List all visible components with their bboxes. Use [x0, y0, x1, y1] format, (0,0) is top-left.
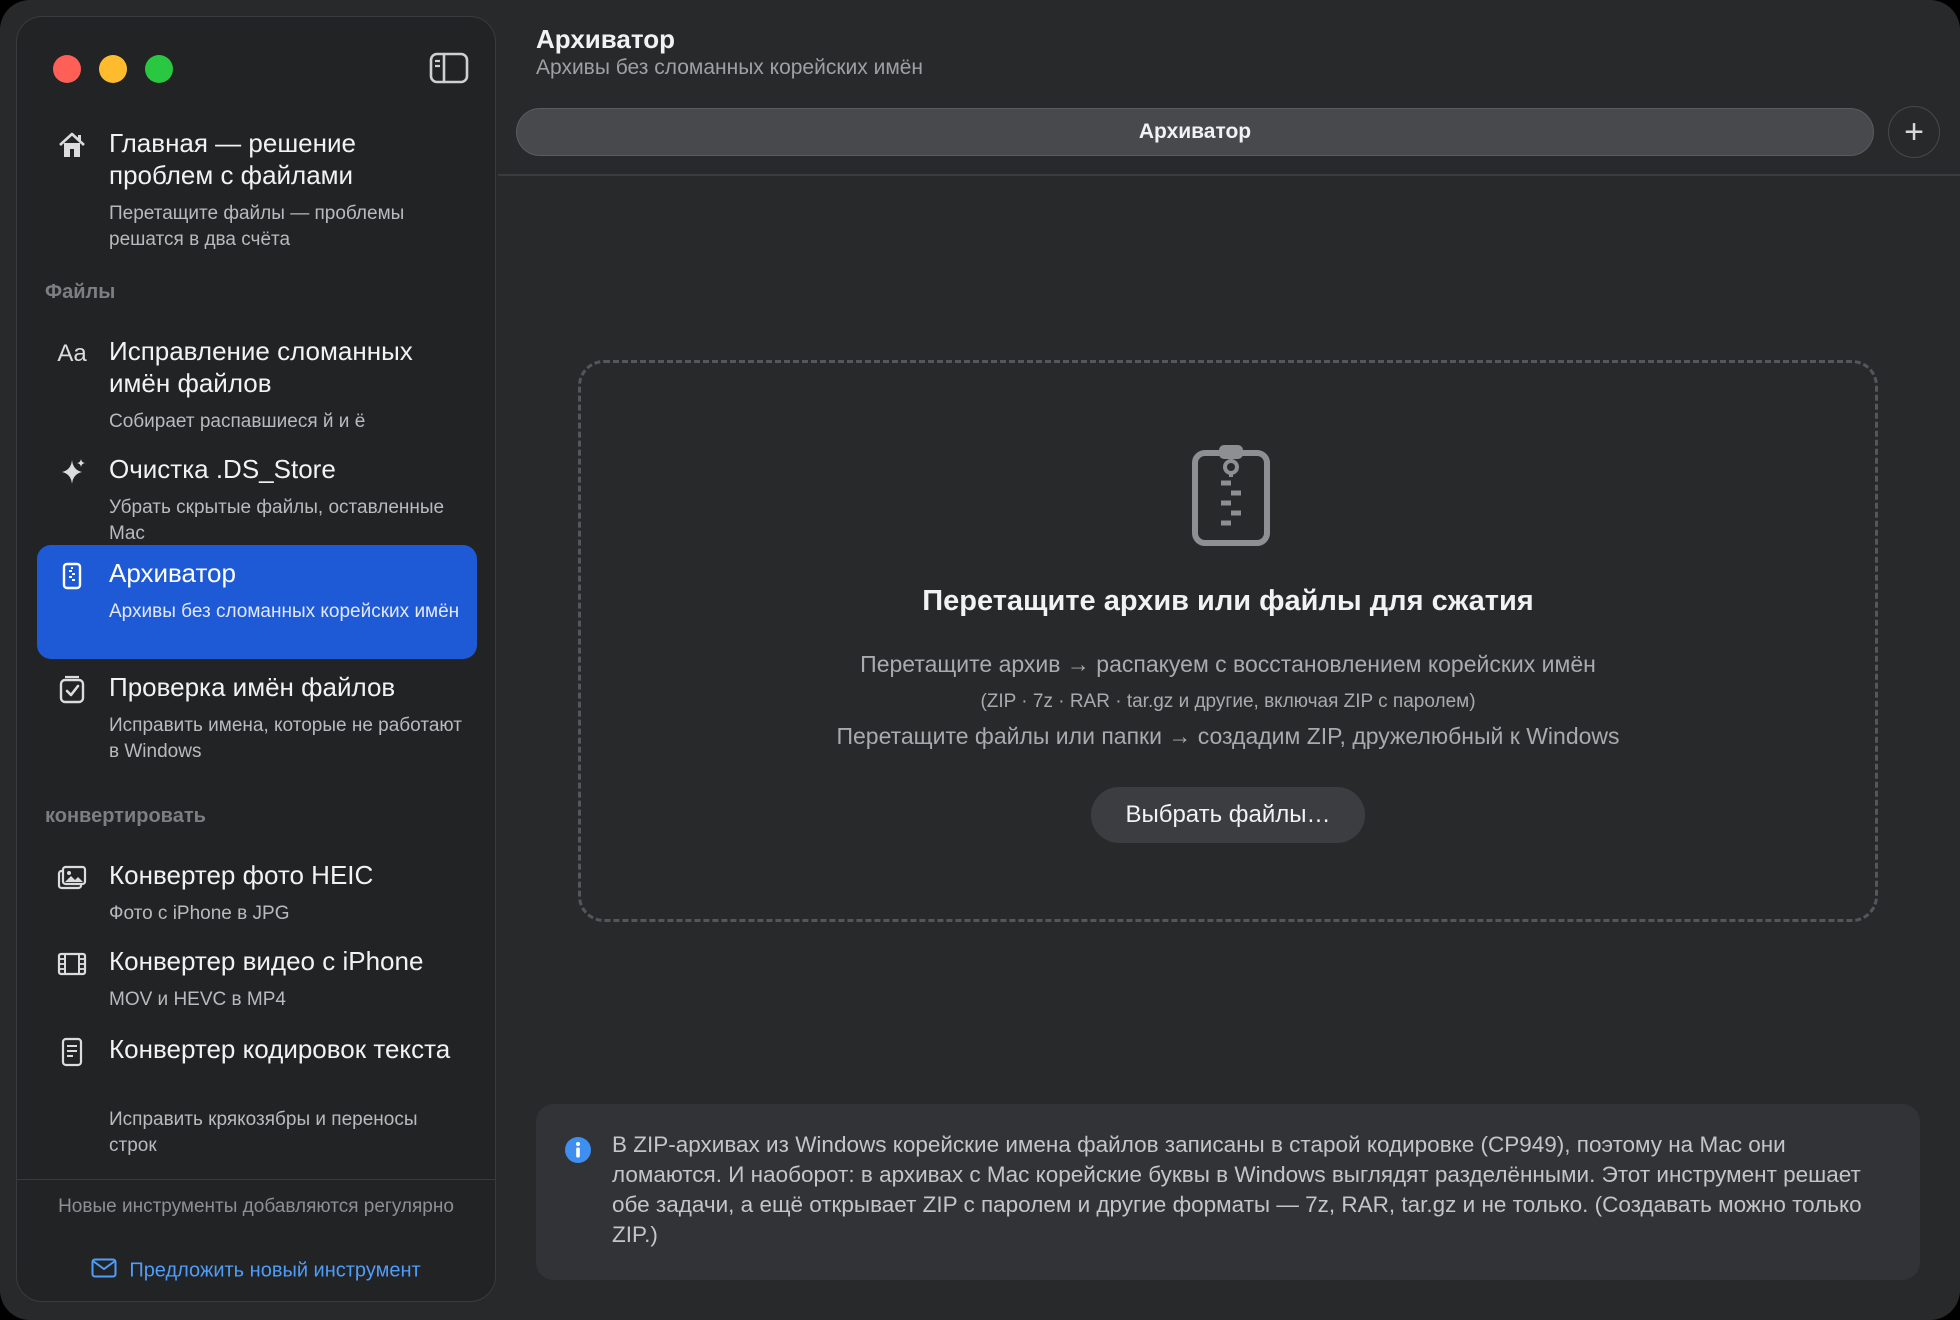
- footer-note: Новые инструменты добавляются регулярно: [58, 1196, 454, 1217]
- drop-zone[interactable]: Перетащите архив или файлы для сжатия Пе…: [578, 360, 1878, 922]
- sidebar-item-subtitle: Фото с iPhone в JPG: [109, 903, 290, 924]
- plus-icon: +: [1904, 112, 1924, 151]
- sidebar-item-subtitle: Исправить имена, которые не работают в W…: [109, 715, 462, 762]
- house-icon: [55, 129, 89, 163]
- minimize-window-button[interactable]: [99, 55, 127, 83]
- app-window: Главная — решение проблем с файлами Пере…: [0, 0, 1960, 1320]
- info-icon: [564, 1136, 592, 1164]
- sidebar-item-title: Проверка имён файлов: [109, 672, 396, 702]
- add-tab-button[interactable]: +: [1888, 106, 1940, 158]
- sidebar: Главная — решение проблем с файлами Пере…: [16, 16, 496, 1302]
- zoom-window-button[interactable]: [145, 55, 173, 83]
- sidebar-item-title: Конвертер кодировок текста: [109, 1034, 451, 1064]
- main-content: Архиватор Архивы без сломанных корейских…: [498, 0, 1960, 1320]
- window-controls: [53, 55, 173, 83]
- tab-archiver[interactable]: Архиватор: [516, 108, 1874, 156]
- info-text: В ZIP-архивах из Windows корейские имена…: [612, 1132, 1862, 1247]
- sidebar-item-subtitle: Собирает распавшиеся й и ё: [109, 411, 366, 432]
- sidebar-item-title: Исправление сломанных имён файлов: [109, 336, 413, 398]
- section-label-convert: конвертировать: [45, 805, 206, 827]
- sidebar-item-text-encoding[interactable]: Конвертер кодировок текста Исправить кря…: [37, 1021, 477, 1167]
- sidebar-item-heic-converter[interactable]: Конвертер фото HEIC Фото с iPhone в JPG: [37, 847, 477, 931]
- checklist-icon: [55, 673, 89, 707]
- sidebar-toggle-icon[interactable]: [429, 51, 469, 85]
- sidebar-item-ds-store[interactable]: Очистка .DS_Store Убрать скрытые файлы, …: [37, 441, 477, 555]
- drop-zone-line-compress: Перетащите файлы или папки → создадим ZI…: [836, 723, 1620, 749]
- suggest-tool-link[interactable]: Предложить новый инструмент: [17, 1258, 495, 1284]
- close-window-button[interactable]: [53, 55, 81, 83]
- tab-label: Архиватор: [1138, 120, 1252, 143]
- info-panel: В ZIP-архивах из Windows корейские имена…: [536, 1104, 1920, 1280]
- film-icon: [55, 947, 89, 981]
- drop-zone-title: Перетащите архив или файлы для сжатия: [922, 585, 1534, 617]
- page-subtitle: Архивы без сломанных корейских имён: [536, 56, 924, 79]
- header-divider: [498, 174, 1960, 176]
- archive-zipper-icon: [55, 559, 89, 593]
- sidebar-item-subtitle: Перетащите файлы — проблемы решатся в дв…: [109, 203, 405, 250]
- sidebar-item-fix-names[interactable]: Aa Исправление сломанных имён файлов Соб…: [37, 323, 477, 437]
- document-text-icon: [55, 1035, 89, 1069]
- sidebar-item-title: Очистка .DS_Store: [109, 454, 336, 484]
- sidebar-item-subtitle: Убрать скрытые файлы, оставленные Mac: [109, 497, 445, 544]
- sidebar-footer: Новые инструменты добавляются регулярно …: [17, 1179, 495, 1301]
- sparkles-icon: [55, 455, 89, 489]
- envelope-icon: [91, 1258, 117, 1284]
- sidebar-item-title: Конвертер фото HEIC: [109, 860, 374, 890]
- sidebar-item-title: Конвертер видео с iPhone: [109, 946, 424, 976]
- sidebar-item-title: Архиватор: [109, 558, 236, 588]
- page-title: Архиватор: [536, 24, 676, 54]
- archive-zipper-icon: [1189, 443, 1273, 549]
- sidebar-item-archiver[interactable]: Архиватор Архивы без сломанных корейских…: [37, 545, 477, 659]
- suggest-tool-label: Предложить новый инструмент: [129, 1259, 421, 1282]
- sidebar-item-video-converter[interactable]: Конвертер видео с iPhone MOV и HEVC в MP…: [37, 933, 477, 1017]
- sidebar-item-subtitle: MOV и HEVC в MP4: [109, 989, 286, 1010]
- sidebar-item-subtitle: Архивы без сломанных корейских имён: [109, 601, 460, 622]
- sidebar-item-subtitle: Исправить крякозябры и переносы строк: [109, 1109, 418, 1156]
- section-label-files: Файлы: [45, 281, 116, 303]
- drop-zone-line-formats: (ZIP · 7z · RAR · tar.gz и другие, включ…: [980, 691, 1476, 712]
- sidebar-item-home[interactable]: Главная — решение проблем с файлами Пере…: [37, 115, 477, 267]
- sidebar-item-filename-check[interactable]: Проверка имён файлов Исправить имена, ко…: [37, 659, 477, 773]
- photos-icon: [55, 861, 89, 895]
- sidebar-item-title: Главная — решение проблем с файлами: [109, 128, 356, 190]
- text-aa-icon: Aa: [57, 340, 87, 367]
- drop-zone-line-extract: Перетащите архив → распакуем с восстанов…: [860, 651, 1596, 677]
- choose-files-button[interactable]: Выбрать файлы…: [1091, 787, 1365, 843]
